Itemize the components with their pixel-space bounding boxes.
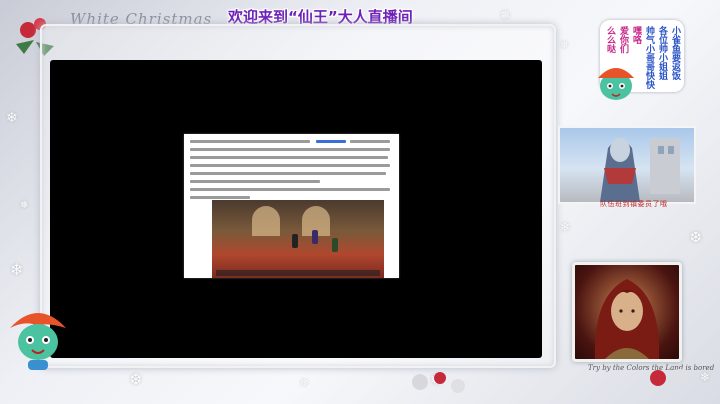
anime-image bbox=[558, 126, 696, 204]
snowflake-icon: ❄ bbox=[560, 40, 569, 51]
bubble-text: 帅气小哥哥快快 bbox=[644, 26, 654, 89]
snowflake-icon: ❄ bbox=[10, 260, 24, 279]
rose-decoration-icon bbox=[412, 372, 465, 393]
snowflake-icon: ❄ bbox=[6, 110, 18, 126]
snowflake-icon: ❄ bbox=[560, 220, 571, 234]
mascot-fish-icon bbox=[598, 68, 634, 100]
snowflake-icon: ❆ bbox=[130, 372, 142, 388]
bubble-text: 小雀鱼要返饭 bbox=[670, 26, 680, 80]
anime-caption: 队伍班到镇委员了哦 bbox=[600, 200, 668, 208]
snowflake-icon: ❆ bbox=[690, 230, 702, 246]
snowflake-icon: ❄ bbox=[300, 378, 309, 389]
game-screenshot bbox=[212, 200, 384, 278]
snowflake-icon: ❅ bbox=[500, 8, 511, 22]
snowflake-icon: ❅ bbox=[20, 200, 29, 211]
streamer-portrait bbox=[572, 262, 682, 362]
bubble-text: 么么哒 bbox=[605, 26, 615, 53]
rose-decoration-icon bbox=[650, 369, 687, 386]
mascot-fish-icon bbox=[10, 313, 66, 370]
bubble-text: 爱你们 bbox=[618, 26, 628, 53]
bubble-text: 各位帅小姐姐 bbox=[657, 26, 667, 80]
bubble-text: 嘿咯 bbox=[631, 26, 641, 44]
